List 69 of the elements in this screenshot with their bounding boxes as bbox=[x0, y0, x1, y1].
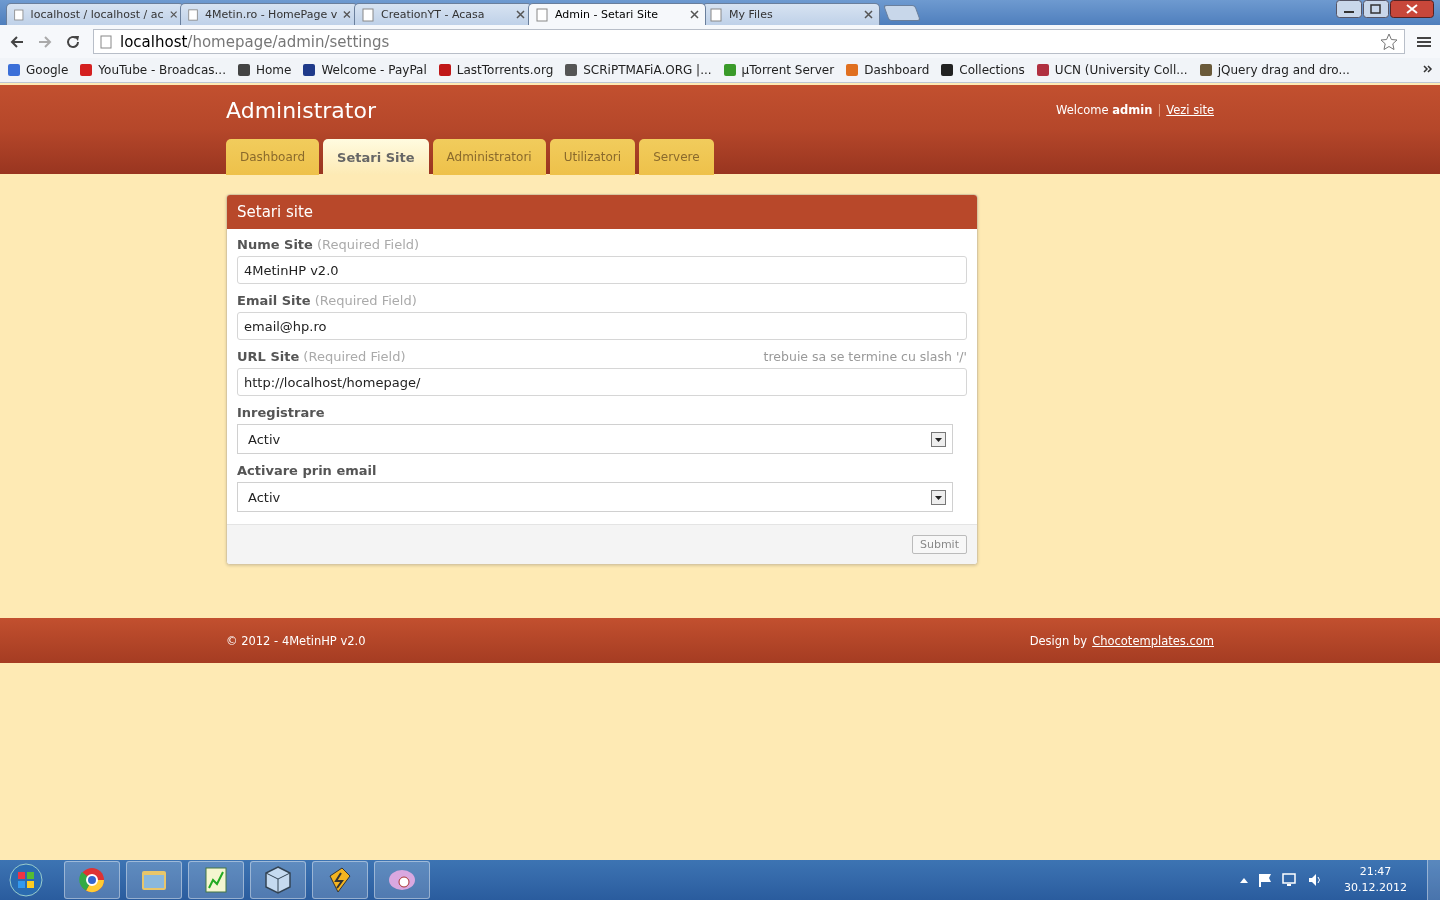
bookmark[interactable]: Google bbox=[7, 63, 69, 77]
bookmark-icon bbox=[1035, 63, 1050, 77]
star-icon[interactable] bbox=[1380, 32, 1398, 51]
close-icon[interactable] bbox=[516, 10, 525, 19]
page-icon bbox=[535, 7, 549, 22]
page-icon bbox=[100, 34, 112, 49]
field-note: trebuie sa se termine cu slash '/' bbox=[763, 349, 967, 364]
chevron-icon[interactable] bbox=[1423, 64, 1433, 74]
bookmark-icon bbox=[722, 63, 737, 77]
bookmark[interactable]: Home bbox=[236, 63, 292, 77]
bookmark-icon bbox=[564, 63, 579, 77]
bookmark-icon bbox=[79, 63, 94, 77]
back-icon[interactable] bbox=[9, 33, 25, 50]
bookmark-icon bbox=[1198, 63, 1213, 77]
close-icon[interactable] bbox=[864, 10, 873, 19]
copyright-text: © 2012 - 4MetinHP v2.0 bbox=[226, 633, 366, 648]
network-icon[interactable] bbox=[1282, 873, 1298, 887]
page-icon bbox=[709, 7, 723, 22]
minimize-icon[interactable] bbox=[1336, 0, 1362, 18]
field-label: Nume Site (Required Field) bbox=[237, 237, 420, 252]
bookmark[interactable]: Dashboard bbox=[845, 63, 930, 77]
reload-icon[interactable] bbox=[65, 33, 81, 50]
close-icon[interactable] bbox=[690, 10, 699, 19]
bookmark[interactable]: µTorrent Server bbox=[722, 63, 835, 77]
bookmark[interactable]: LastTorrents.org bbox=[437, 63, 554, 77]
view-site-link[interactable]: Vezi site bbox=[1166, 103, 1214, 117]
bookmark-icon bbox=[302, 63, 317, 77]
field-label: Activare prin email bbox=[237, 463, 377, 478]
menu-icon[interactable] bbox=[1417, 34, 1431, 49]
address-bar[interactable]: localhost/homepage/admin/settings bbox=[93, 29, 1405, 54]
bookmark-icon bbox=[940, 63, 955, 77]
bookmark[interactable]: Welcome - PayPal bbox=[302, 63, 427, 77]
close-icon[interactable] bbox=[1390, 0, 1434, 18]
credit-text: Design by bbox=[1029, 633, 1088, 648]
field-label: Email Site (Required Field) bbox=[237, 293, 417, 308]
bookmark-icon bbox=[845, 63, 860, 77]
bookmark-icon bbox=[236, 63, 251, 77]
chevron-up-icon[interactable] bbox=[1240, 877, 1248, 883]
bookmark[interactable]: YouTube - Broadcas... bbox=[79, 63, 226, 77]
select-field[interactable]: Activ bbox=[237, 482, 953, 512]
browser-tab[interactable]: Admin - Setari Site bbox=[528, 3, 706, 25]
page-icon bbox=[13, 7, 25, 22]
maximize-icon[interactable] bbox=[1363, 0, 1389, 18]
panel-title: Setari site bbox=[227, 195, 977, 229]
bookmark-icon bbox=[7, 63, 21, 77]
site-title: Administrator bbox=[226, 97, 376, 123]
url-text: localhost/homepage/admin/settings bbox=[120, 32, 391, 51]
bookmark[interactable]: UCN (University Coll... bbox=[1035, 63, 1188, 77]
clock-date[interactable]: 30.12.2012 bbox=[1344, 880, 1407, 896]
new-tab-button[interactable] bbox=[883, 5, 921, 21]
nav-tab[interactable]: Setari Site bbox=[323, 139, 429, 175]
clock-time[interactable]: 21:47 bbox=[1359, 864, 1392, 880]
bookmark[interactable]: jQuery drag and dro... bbox=[1198, 63, 1350, 77]
field-label: URL Site (Required Field) bbox=[237, 349, 406, 364]
credit-link[interactable]: Chocotemplates.com bbox=[1092, 633, 1214, 648]
input-field[interactable]: 4MetinHP v2.0 bbox=[237, 256, 967, 284]
flag-icon[interactable] bbox=[1258, 873, 1272, 887]
input-field[interactable]: http://localhost/homepage/ bbox=[237, 368, 967, 396]
bookmark[interactable]: Collections bbox=[940, 63, 1025, 77]
page-icon bbox=[361, 7, 375, 22]
input-field[interactable]: email@hp.ro bbox=[237, 312, 967, 340]
page-icon bbox=[187, 7, 200, 22]
start-button-icon[interactable] bbox=[8, 862, 44, 898]
select-field[interactable]: Activ bbox=[237, 424, 953, 454]
welcome-text: Welcome admin bbox=[1056, 103, 1153, 117]
bookmark[interactable]: SCRiPTMAFiA.ORG |... bbox=[564, 63, 712, 77]
bookmark-icon bbox=[437, 63, 452, 77]
field-label: Inregistrare bbox=[237, 405, 325, 420]
separator: | bbox=[1157, 103, 1162, 117]
